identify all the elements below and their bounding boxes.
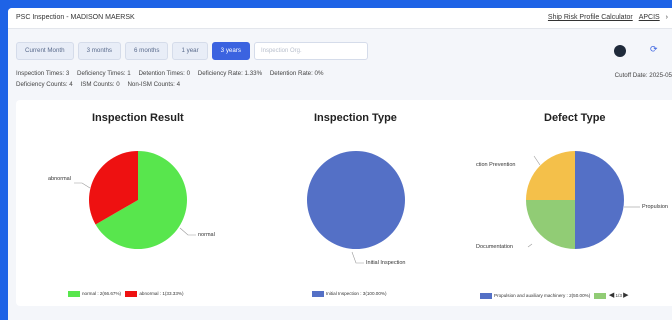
app-window: PSC Inspection - MADISON MAERSK Ship Ris… [8, 8, 672, 320]
label-fire-prevention: ction Prevention [476, 162, 516, 168]
label-line-fire [533, 155, 541, 166]
label-abnormal: abnormal [48, 176, 71, 182]
page-title: PSC Inspection [16, 14, 65, 21]
window-title: PSC Inspection - MADISON MAERSK [16, 14, 135, 21]
legend-abnormal[interactable]: abnormal : 1(33.33%) [139, 291, 183, 296]
title-separator: - [66, 14, 69, 21]
period-current-month-button[interactable]: Current Month [16, 42, 74, 60]
charts-panel: Inspection Result abnormal normal normal… [16, 100, 672, 306]
label-normal: normal [198, 232, 215, 238]
label-initial-inspection: Initial Inspection [366, 260, 406, 266]
cutoff-date: Cutoff Date: 2025-05 [614, 72, 672, 79]
apcis-link[interactable]: APCIS [639, 14, 660, 21]
theme-toggle-icon[interactable] [614, 45, 626, 57]
period-3-months-button[interactable]: 3 months [77, 42, 122, 60]
legend-normal[interactable]: normal : 2(66.67%) [82, 291, 121, 296]
label-line-initial [351, 251, 364, 264]
label-line-abnormal [74, 182, 91, 189]
ship-risk-calculator-link[interactable]: Ship Risk Profile Calculator [548, 14, 633, 21]
period-1-year-button[interactable]: 1 year [172, 42, 208, 60]
title-bar: PSC Inspection - MADISON MAERSK Ship Ris… [8, 8, 672, 29]
detention-times: Detention Times: 0 [138, 70, 191, 77]
inspection-type-chart [306, 151, 405, 264]
legend-swatch-next [593, 292, 606, 299]
refresh-icon[interactable]: ⟳ [650, 44, 658, 55]
period-6-months-button[interactable]: 6 months [125, 42, 169, 60]
legend-pager: 1/3 [615, 293, 622, 298]
legend-defect-type: Propulsion and auxiliary machinery : 2(5… [480, 291, 629, 299]
charts-canvas [74, 151, 640, 264]
period-filter: Current Month 3 months 6 months 1 year 3 yea… [16, 42, 368, 60]
pie-slice-documentation[interactable] [526, 200, 575, 249]
detention-rate: Detention Rate: 0% [269, 70, 324, 77]
chevron-right-icon[interactable]: › [666, 14, 668, 21]
deficiency-times: Deficiency Times: 1 [77, 70, 131, 77]
deficiency-rate: Deficiency Rate: 1.33% [197, 70, 263, 77]
inspection-result-chart [74, 151, 196, 249]
label-line-doc [527, 243, 533, 248]
inspection-org-search-input[interactable]: Inspection Org. [253, 42, 368, 60]
legend-inspection-result: normal : 2(66.67%) abnormal : 1(33.33%) [68, 291, 184, 297]
pie-slice-initial-inspection[interactable] [306, 151, 405, 249]
label-documentation: Documentation [476, 244, 513, 250]
pie-slice-fire-prevention[interactable] [526, 151, 575, 200]
legend-prev-icon[interactable]: ◀ [609, 292, 614, 299]
pie-slice-propulsion[interactable] [575, 151, 624, 249]
legend-swatch-abnormal [125, 291, 138, 297]
legend-swatch-initial [312, 291, 324, 297]
period-3-years-button[interactable]: 3 years [211, 42, 250, 60]
legend-initial[interactable]: Initial Inspection : 3(100.00%) [326, 291, 387, 296]
inspection-times: Inspection Times: 3 [16, 70, 70, 77]
ism-counts: ISM Counts: 0 [80, 81, 120, 88]
label-propulsion: Propulsion [642, 204, 668, 210]
defect-type-title: Defect Type [544, 112, 606, 124]
legend-inspection-type: Initial Inspection : 3(100.00%) [312, 291, 387, 297]
label-line-normal [179, 227, 196, 236]
legend-propulsion[interactable]: Propulsion and auxiliary machinery : 2(5… [494, 293, 590, 298]
legend-swatch-propulsion [480, 292, 492, 299]
non-ism-counts: Non-ISM Counts: 4 [127, 81, 181, 88]
defect-type-chart [526, 151, 640, 249]
legend-next-icon[interactable]: ▶ [623, 292, 628, 299]
inspection-type-title: Inspection Type [314, 112, 397, 124]
vessel-name: MADISON MAERSK [70, 14, 135, 21]
deficiency-counts: Deficiency Counts: 4 [16, 81, 73, 88]
title-links: Ship Risk Profile Calculator APCIS › [544, 14, 668, 21]
inspection-stats: Inspection Times: 3 Deficiency Times: 1 … [16, 68, 330, 90]
legend-swatch-normal [68, 291, 80, 297]
